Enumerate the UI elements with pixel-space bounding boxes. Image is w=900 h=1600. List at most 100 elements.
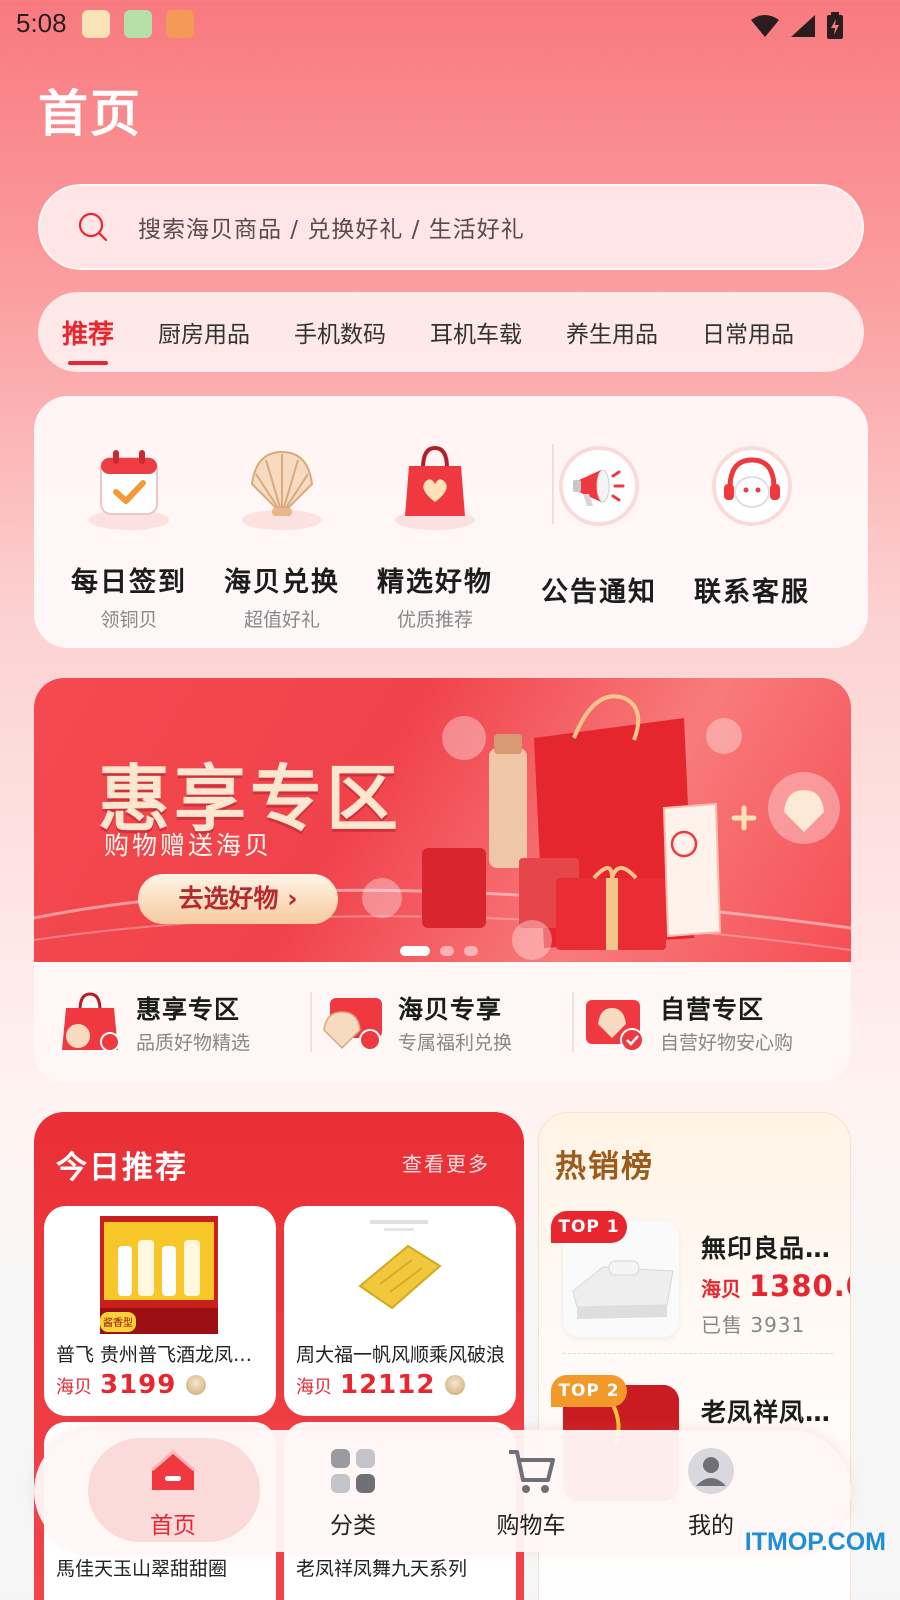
daily-checkin-entry[interactable]: 每日签到 领铜贝 [54,396,204,632]
product-name: 馬佳天玉山翠甜甜圈 [56,1558,228,1580]
tab-recommend[interactable]: 推荐 [62,314,114,351]
nav-home[interactable]: 首页 [88,1430,260,1552]
shopping-bag-icon [389,440,481,532]
headset-robot-icon [706,440,798,532]
product-price: 海贝 12112 [296,1370,466,1400]
watermark: ITMOP.COM [744,1528,886,1556]
home-icon [151,1450,195,1490]
wifi-icon [751,15,779,37]
zone-divider [572,992,574,1052]
promo-banner[interactable]: 惠享专区 购物赠送海贝 去选好物 › [34,678,851,968]
daily-checkin-sub: 领铜贝 [100,609,158,631]
search-input[interactable]: 搜索海贝商品 / 兑换好礼 / 生活好礼 [38,184,864,270]
zone-sub: 品质好物精选 [136,1031,251,1054]
selected-goods-entry[interactable]: 精选好物 优质推荐 [360,396,510,632]
zone-sub: 自营好物安心购 [660,1031,794,1054]
product-name: 普飞 贵州普飞酒龙凤呈祥 [56,1344,266,1366]
banner-go-button[interactable]: 去选好物 › [138,874,338,924]
nav-category[interactable]: 分类 [268,1430,438,1552]
shell-card-icon [323,998,382,1051]
quick-entry-card: 每日签到 领铜贝 海贝兑换 超值好礼 精选好物 优质推荐 公告通知 联系客服 [34,396,868,648]
zone-bar: 惠享专区 品质好物精选 海贝专享 专属福利兑换 自营专区 自营好物安心购 [34,962,851,1082]
zone-title: 惠享专区 [136,994,241,1024]
product-name: 老凤祥凤舞九天系列 [296,1558,468,1580]
price-unit: 海贝 [701,1277,741,1301]
battery-icon [827,12,843,39]
announcement-title: 公告通知 [541,577,657,608]
hot-item-name[interactable]: 老凤祥凤… [701,1393,841,1429]
selected-goods-title: 精选好物 [377,567,493,598]
carousel-dot[interactable] [400,946,430,956]
gift-bag-icon [62,992,120,1052]
price-value: 1380.0 [749,1269,850,1303]
shell-icon [236,440,328,532]
nav-label: 首页 [150,1513,196,1539]
verified-shell-icon [586,1000,644,1052]
price-unit: 海贝 [296,1377,332,1398]
zone-title: 自营专区 [660,994,765,1024]
status-bar: 5:08 [0,0,900,48]
calendar-check-icon [83,440,175,532]
price-value: 12112 [340,1370,436,1400]
notification-photo-icon [124,10,152,38]
shell-exchange-entry[interactable]: 海贝兑换 超值好礼 [207,396,357,632]
today-title: 今日推荐 [56,1150,188,1186]
product-card[interactable]: 酱香型 普飞 贵州普飞酒龙凤呈祥 海贝 3199 [44,1206,276,1416]
zone-shell-exclusive[interactable]: 海贝专享 专属福利兑换 [318,962,512,1082]
product-name: 周大福一帆风顺乘风破浪 [296,1344,506,1366]
grid-icon [331,1449,375,1493]
nav-cart[interactable]: 购物车 [446,1430,616,1552]
notification-cat-icon [82,10,110,38]
shell-coin-icon [186,1375,207,1395]
price-unit: 海贝 [56,1377,92,1398]
tab-health[interactable]: 养生用品 [566,315,658,349]
nav-label: 分类 [330,1513,376,1539]
zone-title: 海贝专享 [398,994,503,1024]
zone-divider [310,992,312,1052]
search-icon [78,212,108,242]
shell-exchange-title: 海贝兑换 [224,567,340,598]
customer-service-entry[interactable]: 联系客服 [677,396,827,609]
top-rank-badge: TOP 2 [551,1375,627,1407]
status-time: 5:08 [16,8,67,38]
shell-coin-icon [445,1375,466,1395]
daily-checkin-title: 每日签到 [71,567,187,598]
zone-huixiang[interactable]: 惠享专区 品质好物精选 [56,962,250,1082]
product-image [340,1216,458,1334]
hot-item-sold: 已售 3931 [701,1313,806,1337]
zone-self-operated[interactable]: 自营专区 自营好物安心购 [580,962,793,1082]
price-value: 3199 [100,1370,177,1400]
category-tabs: 推荐 厨房用品 手机数码 耳机车载 养生用品 日常用品 [38,292,864,372]
product-image-caption: 酱香型 [103,1316,133,1329]
nav-label: 购物车 [496,1513,566,1539]
today-more-link[interactable]: 查看更多 [402,1148,490,1177]
hot-divider [563,1353,833,1354]
banner-subtitle: 购物赠送海贝 [104,831,273,860]
tab-daily[interactable]: 日常用品 [702,315,794,349]
top-rank-badge: TOP 1 [551,1211,627,1243]
product-image: 酱香型 [100,1216,218,1334]
carousel-dot[interactable] [464,946,478,956]
product-price: 海贝 3199 [56,1370,207,1400]
selected-goods-sub: 优质推荐 [396,609,473,631]
zone-sub: 专属福利兑换 [398,1031,513,1054]
page-title: 首页 [38,85,142,143]
cart-icon [509,1450,555,1493]
hot-title: 热销榜 [555,1149,654,1185]
tab-digital[interactable]: 手机数码 [294,315,386,349]
user-icon [688,1448,734,1494]
carousel-dot[interactable] [440,946,454,956]
bottom-nav: 首页 分类 购物车 我的 [34,1430,851,1552]
tab-earphones[interactable]: 耳机车载 [430,315,522,349]
shell-exchange-sub: 超值好礼 [243,609,320,631]
tab-kitchen[interactable]: 厨房用品 [158,315,250,349]
product-card[interactable]: 周大福一帆风顺乘风破浪 海贝 12112 [284,1206,516,1416]
announcement-entry[interactable]: 公告通知 [524,396,674,609]
customer-service-title: 联系客服 [694,577,810,608]
search-placeholder: 搜索海贝商品 / 兑换好礼 / 生活好礼 [138,217,525,243]
megaphone-icon [553,440,645,532]
status-icons [750,12,844,40]
notification-book-icon [166,10,194,38]
carousel-dots [400,946,478,956]
hot-item-name[interactable]: 無印良品… [701,1229,841,1265]
